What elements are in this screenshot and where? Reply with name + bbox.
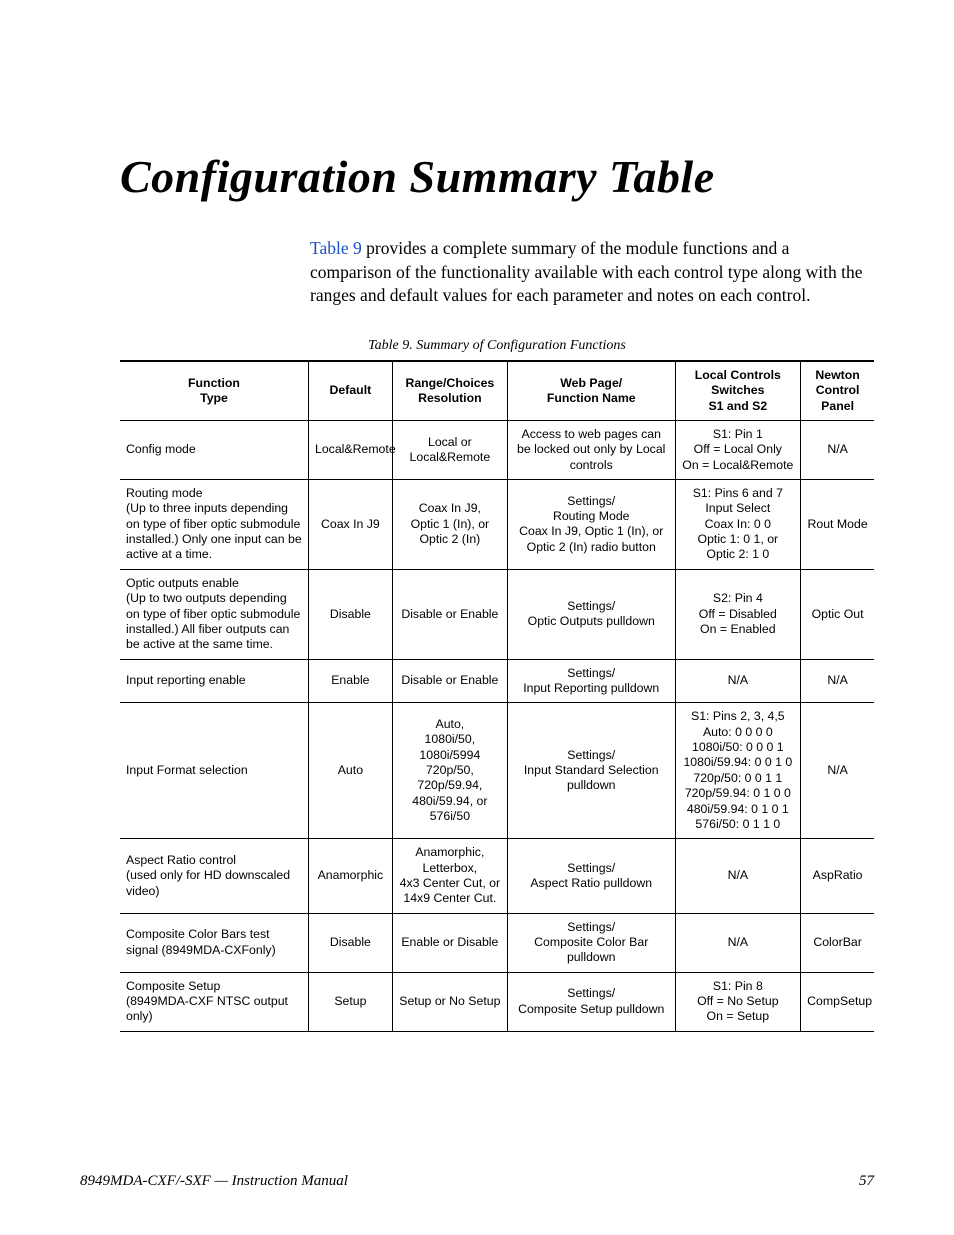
cell-rng: Coax In J9, Optic 1 (In), or Optic 2 (In…	[392, 480, 507, 570]
cell-def: Auto	[309, 703, 393, 839]
cell-web: Settings/ Input Reporting pulldown	[507, 659, 675, 703]
header-local-controls: Local Controls Switches S1 and S2	[675, 361, 801, 421]
cell-rng: Disable or Enable	[392, 659, 507, 703]
cell-rng: Anamorphic, Letterbox, 4x3 Center Cut, o…	[392, 839, 507, 913]
cell-new: N/A	[801, 703, 874, 839]
cell-rng: Setup or No Setup	[392, 972, 507, 1031]
table-row: Input reporting enableEnableDisable or E…	[120, 659, 874, 703]
cell-ft: Composite Color Bars test signal (8949MD…	[120, 913, 309, 972]
cell-ft: Input Format selection	[120, 703, 309, 839]
cell-loc: S1: Pin 8 Off = No Setup On = Setup	[675, 972, 801, 1031]
cell-new: Rout Mode	[801, 480, 874, 570]
cell-def: Disable	[309, 569, 393, 659]
page-footer: 8949MDA-CXF/-SXF — Instruction Manual 57	[80, 1173, 874, 1190]
cell-loc: S1: Pins 2, 3, 4,5 Auto: 0 0 0 0 1080i/5…	[675, 703, 801, 839]
cell-loc: N/A	[675, 659, 801, 703]
header-range: Range/Choices Resolution	[392, 361, 507, 421]
table-body: Config modeLocal&RemoteLocal or Local&Re…	[120, 420, 874, 1031]
table-row: Input Format selectionAutoAuto, 1080i/50…	[120, 703, 874, 839]
cell-web: Settings/ Optic Outputs pulldown	[507, 569, 675, 659]
cell-loc: N/A	[675, 839, 801, 913]
cell-new: N/A	[801, 659, 874, 703]
header-function-type: Function Type	[120, 361, 309, 421]
cell-rng: Local or Local&Remote	[392, 420, 507, 479]
cell-web: Settings/ Routing Mode Coax In J9, Optic…	[507, 480, 675, 570]
cell-def: Anamorphic	[309, 839, 393, 913]
cell-new: ColorBar	[801, 913, 874, 972]
table-row: Composite Setup (8949MDA-CXF NTSC output…	[120, 972, 874, 1031]
cell-new: N/A	[801, 420, 874, 479]
cell-new: CompSetup	[801, 972, 874, 1031]
cell-ft: Aspect Ratio control (used only for HD d…	[120, 839, 309, 913]
page-number: 57	[859, 1173, 874, 1190]
cell-new: AspRatio	[801, 839, 874, 913]
header-web-page: Web Page/ Function Name	[507, 361, 675, 421]
cell-ft: Routing mode (Up to three inputs dependi…	[120, 480, 309, 570]
cell-def: Setup	[309, 972, 393, 1031]
header-default: Default	[309, 361, 393, 421]
table-header-row: Function Type Default Range/Choices Reso…	[120, 361, 874, 421]
cell-def: Disable	[309, 913, 393, 972]
cell-def: Local&Remote	[309, 420, 393, 479]
table-row: Routing mode (Up to three inputs dependi…	[120, 480, 874, 570]
cell-rng: Enable or Disable	[392, 913, 507, 972]
cell-ft: Config mode	[120, 420, 309, 479]
table-row: Optic outputs enable (Up to two outputs …	[120, 569, 874, 659]
table-caption: Table 9. Summary of Configuration Functi…	[120, 338, 874, 354]
page-title: Configuration Summary Table	[120, 150, 874, 203]
table-9-link[interactable]: Table 9	[310, 238, 362, 258]
intro-text: provides a complete summary of the modul…	[310, 238, 863, 305]
cell-web: Settings/ Input Standard Selection pulld…	[507, 703, 675, 839]
cell-ft: Composite Setup (8949MDA-CXF NTSC output…	[120, 972, 309, 1031]
cell-def: Coax In J9	[309, 480, 393, 570]
cell-new: Optic Out	[801, 569, 874, 659]
footer-doc-title: 8949MDA-CXF/-SXF — Instruction Manual	[80, 1173, 348, 1190]
table-row: Composite Color Bars test signal (8949MD…	[120, 913, 874, 972]
page: Configuration Summary Table Table 9 prov…	[0, 0, 954, 1235]
table-row: Aspect Ratio control (used only for HD d…	[120, 839, 874, 913]
table-row: Config modeLocal&RemoteLocal or Local&Re…	[120, 420, 874, 479]
cell-rng: Disable or Enable	[392, 569, 507, 659]
cell-web: Settings/ Aspect Ratio pulldown	[507, 839, 675, 913]
cell-rng: Auto, 1080i/50, 1080i/5994 720p/50, 720p…	[392, 703, 507, 839]
cell-web: Settings/ Composite Color Bar pulldown	[507, 913, 675, 972]
config-summary-table: Function Type Default Range/Choices Reso…	[120, 360, 874, 1032]
cell-loc: N/A	[675, 913, 801, 972]
cell-web: Settings/ Composite Setup pulldown	[507, 972, 675, 1031]
intro-paragraph: Table 9 provides a complete summary of t…	[310, 237, 874, 308]
cell-loc: S1: Pin 1 Off = Local Only On = Local&Re…	[675, 420, 801, 479]
cell-loc: S1: Pins 6 and 7 Input Select Coax In: 0…	[675, 480, 801, 570]
cell-def: Enable	[309, 659, 393, 703]
cell-web: Access to web pages can be locked out on…	[507, 420, 675, 479]
cell-loc: S2: Pin 4 Off = Disabled On = Enabled	[675, 569, 801, 659]
header-newton: Newton Control Panel	[801, 361, 874, 421]
cell-ft: Optic outputs enable (Up to two outputs …	[120, 569, 309, 659]
cell-ft: Input reporting enable	[120, 659, 309, 703]
